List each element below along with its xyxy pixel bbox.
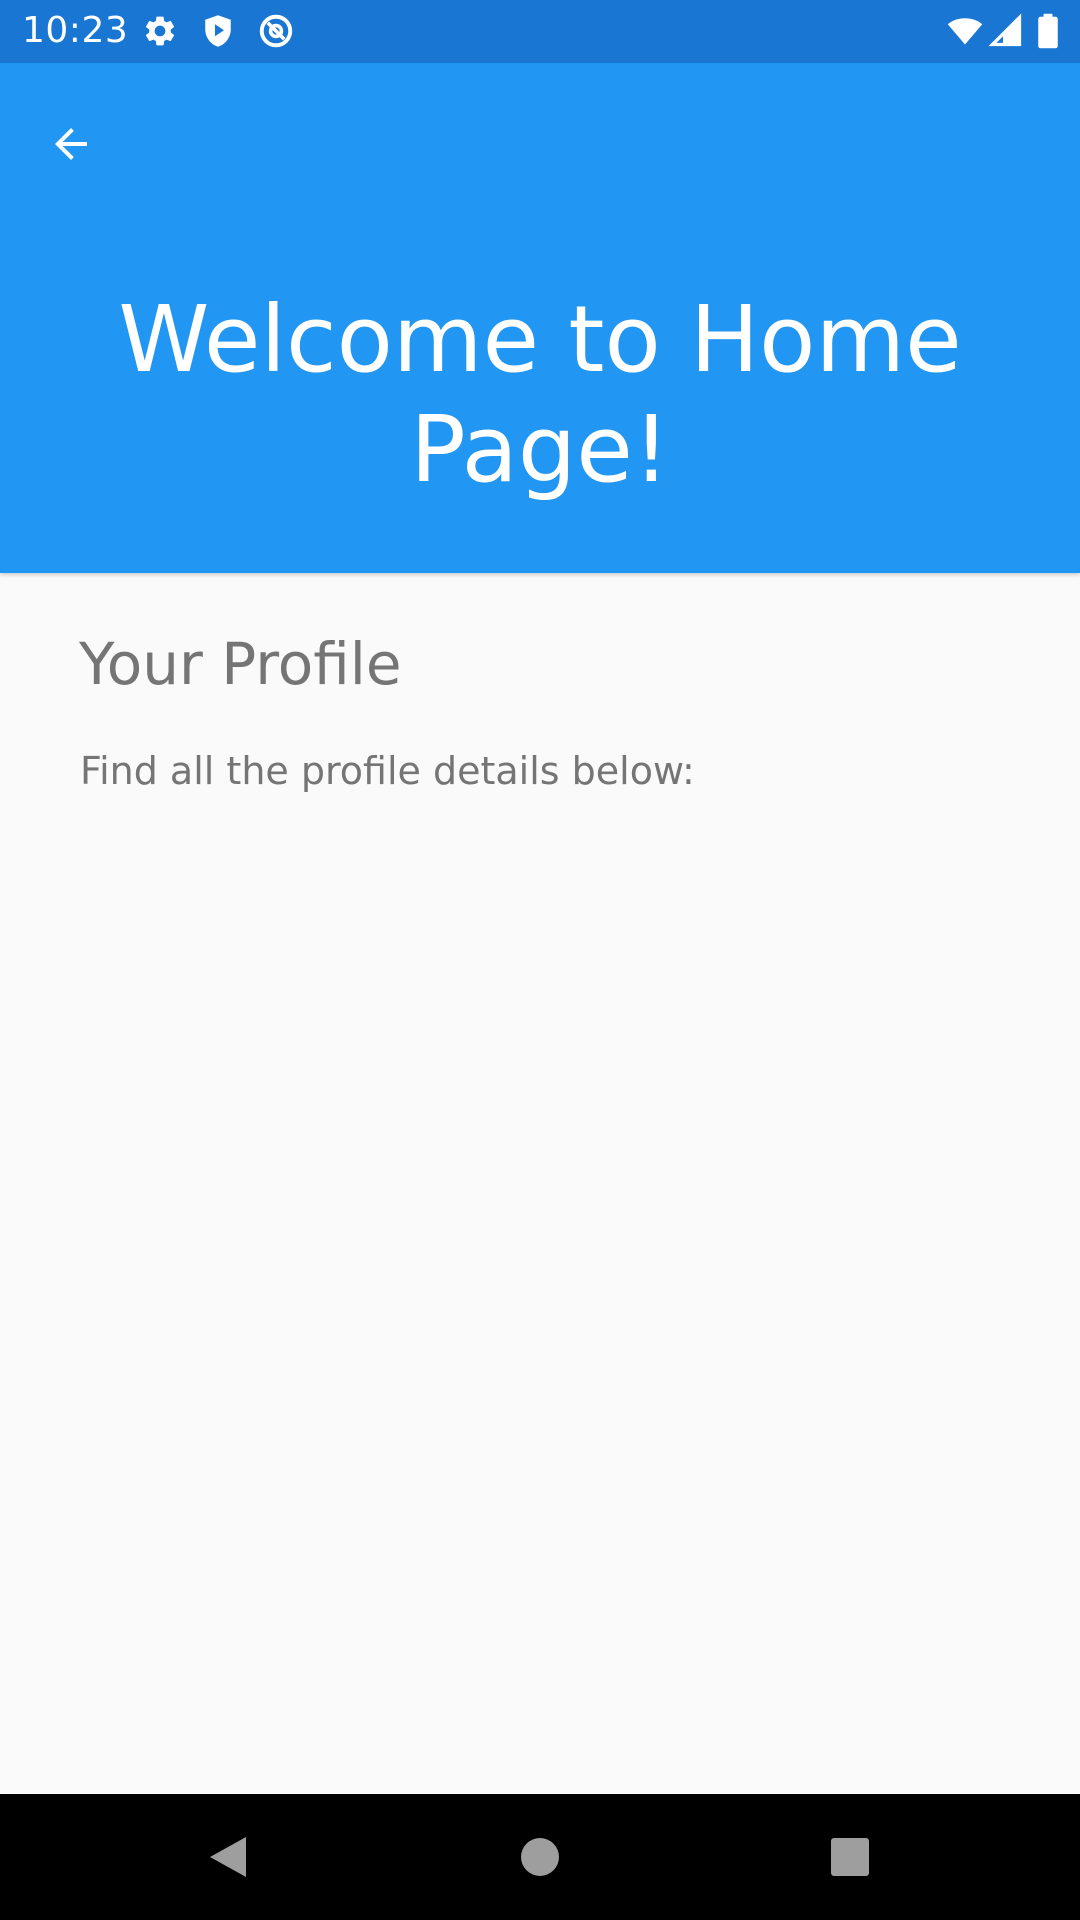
arrow-back-icon bbox=[47, 120, 95, 168]
main-content: Your Profile Find all the profile detail… bbox=[0, 573, 1080, 1793]
recents-square-icon bbox=[830, 1837, 870, 1877]
status-time: 10:23 bbox=[22, 10, 129, 51]
profile-heading: Your Profile bbox=[79, 630, 402, 698]
app-header: Welcome to Home Page! bbox=[0, 63, 1080, 573]
wifi-icon bbox=[944, 13, 986, 49]
nav-back-button[interactable] bbox=[198, 1827, 258, 1887]
back-triangle-icon bbox=[206, 1833, 250, 1881]
navigation-bar bbox=[0, 1794, 1080, 1920]
app-screen: 10:23 Welcome to Home Page! Your Profile… bbox=[0, 0, 1080, 1920]
back-button[interactable] bbox=[36, 109, 106, 179]
gear-icon bbox=[142, 13, 178, 49]
cell-signal-icon bbox=[988, 13, 1024, 49]
profile-description: Find all the profile details below: bbox=[80, 749, 695, 793]
nav-home-button[interactable] bbox=[510, 1827, 570, 1887]
at-sign-icon bbox=[258, 13, 294, 49]
home-circle-icon bbox=[520, 1837, 560, 1877]
nav-recents-button[interactable] bbox=[820, 1827, 880, 1887]
status-bar: 10:23 bbox=[0, 0, 1080, 63]
page-title: Welcome to Home Page! bbox=[118, 286, 962, 503]
battery-icon bbox=[1036, 13, 1060, 49]
shield-play-icon bbox=[200, 13, 236, 49]
